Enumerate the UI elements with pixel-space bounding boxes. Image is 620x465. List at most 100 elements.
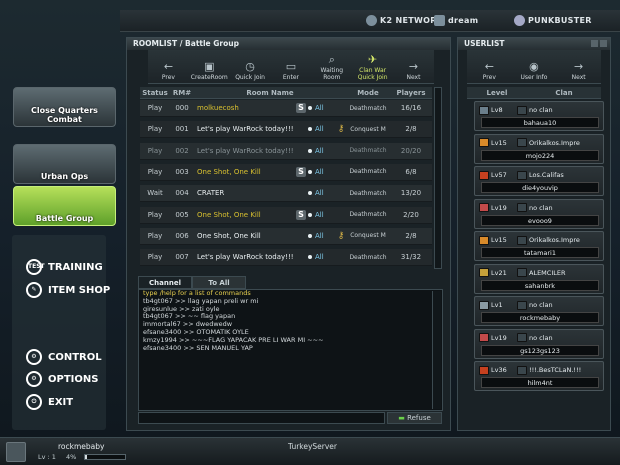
room-row[interactable]: Play 003 One Shot, One Kill S All Deathmatch 6… (140, 163, 432, 181)
status-username: rockmebaby (58, 442, 105, 451)
user-prev-button[interactable]: ← Prev (469, 60, 509, 83)
header-level[interactable]: Level (467, 89, 527, 97)
dot-icon (308, 127, 312, 132)
userlist-toolbar: ← Prev ◉ User Info → Next (467, 50, 601, 84)
nav-close-quarters-combat[interactable]: Close Quarters Combat (13, 87, 116, 127)
user-info-button[interactable]: ◉ User Info (514, 60, 554, 83)
tab-to-all[interactable]: To All (192, 276, 246, 289)
waiting-room-button[interactable]: ⌕ Waiting Room (312, 53, 352, 83)
status-bar: rockmebaby Lv : 1 4% TurkeyServer (0, 437, 620, 465)
menu-exit[interactable]: ⏻ EXIT (26, 394, 73, 410)
user-clan: no clan (529, 301, 553, 309)
room-scrollbar[interactable] (434, 87, 442, 269)
clan-war-quick-join-button[interactable]: ✈ Clan War Quick Join (353, 53, 393, 83)
user-card[interactable]: Lv21 ALEMCILER sahanbrk (474, 263, 604, 294)
clan-mark-icon (517, 138, 527, 147)
refuse-button[interactable]: ▬ Refuse (387, 412, 442, 424)
sniper-badge-icon: S (296, 166, 306, 177)
room-number: 003 (175, 167, 189, 176)
room-number: 004 (175, 189, 189, 198)
exp-bar (84, 454, 126, 460)
room-row[interactable]: Play 000 molkuecosh S All Deathmatch 16/16 (140, 100, 432, 117)
room-mode: Deathmatch (349, 253, 387, 261)
menu-options[interactable]: ⚙ OPTIONS (26, 371, 98, 387)
user-card[interactable]: Lv36 !!!.BesTCLaN.!!! hilm4nt (474, 361, 604, 391)
room-mode: Conquest M (350, 232, 386, 240)
room-row[interactable]: Play 005 One Shot, One Kill S All Deathmatch 2… (140, 206, 432, 224)
user-card[interactable]: Lv19 no clan evooo9 (474, 198, 604, 229)
user-level: Lv21 (491, 268, 507, 277)
chat-lines: type /help for a list of commands tb4gt06… (139, 290, 442, 352)
menu-training[interactable]: TEST TRAINING (26, 259, 103, 275)
user-card[interactable]: Lv15 Orikalkos.Impre mojo224 (474, 133, 604, 164)
exit-icon: ⏻ (26, 394, 42, 410)
chat-line: efsane3400 >> SEN MANUEL YAP (143, 343, 253, 352)
next-button[interactable]: → Next (393, 60, 433, 83)
header-mode[interactable]: Mode (346, 89, 390, 97)
nav-label: Urban Ops (40, 172, 89, 181)
user-card[interactable]: Lv8 no clan bahaua10 (474, 101, 604, 131)
user-info-line: Lv21 ALEMCILER (479, 268, 599, 278)
header-room-name[interactable]: Room Name (194, 89, 346, 97)
arrow-right-icon: → (574, 60, 584, 73)
magnifier-icon: ⌕ (328, 53, 335, 66)
room-row[interactable]: Wait 004 CRATER All Deathmatch 13/20 (140, 185, 432, 203)
room-name: One Shot, One Kill (197, 231, 261, 240)
clan-mark-icon (517, 365, 527, 375)
dot-icon (308, 148, 312, 153)
room-number: 002 (175, 146, 189, 155)
close-icon[interactable] (600, 40, 607, 47)
room-mode: Deathmatch (349, 168, 387, 176)
room-access: All (308, 189, 336, 197)
user-clan: no clan (529, 203, 553, 212)
minimize-icon[interactable] (591, 40, 598, 47)
user-info-line: Lv8 no clan (479, 105, 599, 115)
nav-battle-group[interactable]: Battle Group (13, 186, 116, 226)
chat-input[interactable] (138, 412, 385, 424)
user-next-button[interactable]: → Next (559, 60, 599, 83)
clan-mark-icon (517, 235, 527, 245)
user-level: Lv19 (491, 333, 507, 342)
tab-channel[interactable]: Channel (138, 276, 192, 289)
chat-scrollbar[interactable] (432, 291, 441, 409)
exp-bar-fill (85, 455, 87, 459)
user-card[interactable]: Lv1 no clan rockmebaby (474, 296, 604, 326)
header-clan[interactable]: Clan (527, 89, 601, 97)
menu-control[interactable]: ⚙ CONTROL (26, 349, 102, 365)
user-info-line: Lv15 Orikalkos.Impre (479, 235, 599, 245)
enter-button[interactable]: ▭ Enter (271, 60, 311, 83)
create-room-button[interactable]: ▣ CreateRoom (189, 60, 229, 83)
quick-join-button[interactable]: ◷ Quick Join (230, 60, 270, 83)
room-status: Play (147, 125, 163, 134)
header-rm[interactable]: RM# (170, 89, 194, 97)
roomlist-toolbar: ← Prev ▣ CreateRoom ◷ Quick Join ▭ Enter ⌕ Wa… (148, 50, 434, 84)
header-players[interactable]: Players (390, 89, 432, 97)
rank-icon (479, 138, 489, 147)
user-info-line: Lv36 !!!.BesTCLaN.!!! (479, 365, 599, 375)
room-number: 001 (175, 125, 189, 134)
sniper-badge-icon: S (296, 209, 306, 220)
room-row[interactable]: Play 001 Let's play WarRock today!!! All ⚷ Co… (140, 121, 432, 139)
menu-item-shop[interactable]: ✎ ITEM SHOP (26, 282, 110, 298)
punkbuster-logo-icon (514, 15, 525, 26)
user-card[interactable]: Lv15 Orikalkos.Impre tatamari1 (474, 231, 604, 261)
clan-mark-icon (517, 300, 527, 310)
room-row[interactable]: Play 002 Let's play WarRock today!!! All Dea… (140, 142, 432, 160)
room-row[interactable]: Play 006 One Shot, One Kill All ⚷ Conquest M 2… (140, 227, 432, 245)
room-access: All (308, 232, 336, 240)
prev-button[interactable]: ← Prev (148, 60, 188, 83)
header-status[interactable]: Status (140, 89, 170, 97)
training-icon: TEST (26, 259, 45, 275)
punkbuster-logo: PUNKBUSTER (514, 15, 592, 26)
user-card[interactable]: Lv19 no clan gs123gs123 (474, 328, 604, 359)
rank-icon (479, 268, 489, 277)
nav-urban-ops[interactable]: Urban Ops (13, 144, 116, 184)
status-exp: 4% (66, 453, 77, 461)
user-info-line: Lv1 no clan (479, 300, 599, 310)
room-name: Let's play WarRock today!!! (197, 125, 294, 134)
user-card[interactable]: Lv57 Los.Califas die4youvip (474, 166, 604, 196)
room-name: Let's play WarRock today!!! (197, 253, 294, 262)
user-level: Lv19 (491, 203, 507, 212)
clan-mark-icon (517, 170, 527, 180)
room-row[interactable]: Play 007 Let's play WarRock today!!! All Dea… (140, 249, 432, 267)
